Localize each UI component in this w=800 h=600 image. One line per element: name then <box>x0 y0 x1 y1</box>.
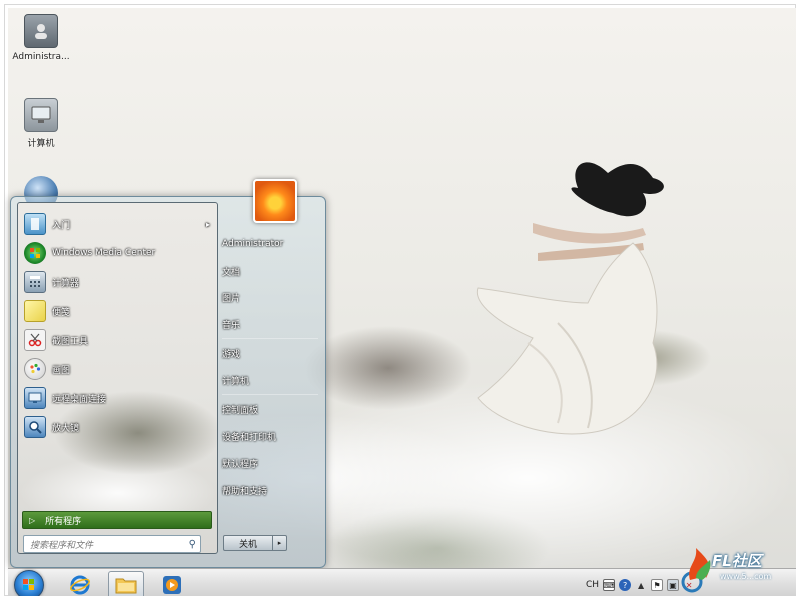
shutdown-options-arrow[interactable]: ▸ <box>273 535 287 551</box>
right-pane-separator <box>222 394 318 395</box>
calculator-icon <box>24 271 46 293</box>
right-item-label: 音乐 <box>222 320 241 331</box>
desktop-icon-user-folder[interactable]: Administra... <box>6 14 76 62</box>
program-item-sticky-notes[interactable]: 便笺 <box>24 298 210 324</box>
search-icon[interactable]: ⚲ <box>189 539 196 550</box>
right-item-documents[interactable]: 文档 <box>222 261 318 281</box>
program-item-label: Windows Media Center <box>52 248 156 258</box>
remote-desktop-icon <box>24 387 46 409</box>
right-item-label: 帮助和支持 <box>222 486 268 497</box>
paint-icon <box>24 358 46 380</box>
program-item-remote-desktop[interactable]: 远程桌面连接 <box>24 385 210 411</box>
flag-alert-icon[interactable]: ⚑ <box>651 579 664 591</box>
right-item-label: 设备和打印机 <box>222 432 277 443</box>
magnifier-icon <box>24 416 46 438</box>
program-item-magnifier[interactable]: 放大镜 <box>24 414 210 440</box>
right-item-administrator[interactable]: Administrator <box>222 234 318 254</box>
watermark-subtext: www.5...com <box>720 572 772 581</box>
watermark-text: FL社区 <box>712 552 762 570</box>
wallpaper-dancer-figure <box>476 162 664 435</box>
right-item-computer[interactable]: 计算机 <box>222 370 318 390</box>
program-item-getting-started[interactable]: 入门 ▸ <box>24 211 210 237</box>
media-center-icon <box>24 242 46 264</box>
windows-logo-icon <box>23 579 34 590</box>
arrow-icon[interactable]: ▲ <box>635 579 647 591</box>
right-item-help-support[interactable]: 帮助和支持 <box>222 480 318 500</box>
desktop-icon-label: 计算机 <box>27 139 55 149</box>
right-item-label: 文档 <box>222 267 241 278</box>
media-player-icon <box>163 576 181 594</box>
play-triangle-icon: ▷ <box>29 515 36 525</box>
taskbar-media-player[interactable] <box>154 571 190 596</box>
right-item-label: Administrator <box>222 239 284 249</box>
internet-explorer-icon <box>70 575 90 595</box>
program-item-media-center[interactable]: Windows Media Center <box>24 240 210 266</box>
right-item-label: 计算机 <box>222 376 250 387</box>
right-item-label: 图片 <box>222 293 241 304</box>
start-menu-programs-pane: 入门 ▸ Windows Media Center 计算器 便笺 截图工具 画图… <box>17 202 218 554</box>
shutdown-button[interactable]: 关机 <box>223 535 273 551</box>
program-item-snipping-tool[interactable]: 截图工具 <box>24 327 210 353</box>
start-menu-right-pane: Administrator 文档 图片 音乐 游戏 计算机 控制面板 设备和打印… <box>219 179 325 569</box>
sticky-notes-icon <box>24 300 46 322</box>
start-menu: 入门 ▸ Windows Media Center 计算器 便笺 截图工具 画图… <box>10 179 326 569</box>
keyboard-icon[interactable]: ⌨ <box>603 579 616 591</box>
right-item-label: 控制面板 <box>222 405 259 416</box>
program-item-label: 便笺 <box>52 307 71 318</box>
right-item-label: 默认程序 <box>222 459 259 470</box>
taskbar-windows-explorer[interactable] <box>108 571 144 596</box>
program-item-label: 入门 <box>52 220 71 231</box>
snipping-tool-icon <box>24 329 46 351</box>
desktop-icon-label: Administra... <box>12 52 70 62</box>
search-placeholder: 搜索程序和文件 <box>30 540 94 551</box>
start-button[interactable] <box>14 570 44 596</box>
right-item-control-panel[interactable]: 控制面板 <box>222 399 318 419</box>
community-watermark-logo: FL社区 www.5...com <box>676 544 796 596</box>
getting-started-icon <box>24 213 46 235</box>
language-indicator[interactable]: CH <box>586 580 599 590</box>
user-folder-icon <box>24 14 58 48</box>
start-search-input[interactable]: 搜索程序和文件 ⚲ <box>23 535 201 553</box>
desktop-icon-computer[interactable]: 计算机 <box>6 98 76 149</box>
program-item-calculator[interactable]: 计算器 <box>24 269 210 295</box>
taskbar-internet-explorer[interactable] <box>62 571 98 596</box>
folder-icon <box>115 578 137 594</box>
right-item-music[interactable]: 音乐 <box>222 314 318 334</box>
right-item-label: 游戏 <box>222 349 241 360</box>
right-item-pictures[interactable]: 图片 <box>222 287 318 307</box>
program-item-label: 画图 <box>52 365 71 376</box>
all-programs-button[interactable]: ▷ 所有程序 <box>22 511 212 529</box>
program-item-paint[interactable]: 画图 <box>24 356 210 382</box>
screen-frame: Administra... 计算机 入门 ▸ Windows Media Cen… <box>0 0 800 600</box>
shutdown-label: 关机 <box>238 539 257 550</box>
user-picture-avatar[interactable] <box>253 179 297 223</box>
help-icon[interactable]: ? <box>619 579 632 591</box>
program-item-label: 截图工具 <box>52 336 89 347</box>
right-item-games[interactable]: 游戏 <box>222 343 318 363</box>
program-item-label: 放大镜 <box>52 423 80 434</box>
program-item-label: 远程桌面连接 <box>52 394 107 405</box>
right-pane-separator <box>222 338 318 339</box>
submenu-arrow-icon: ▸ <box>205 219 210 229</box>
chevron-right-icon: ▸ <box>277 539 282 547</box>
computer-icon <box>24 98 58 132</box>
program-item-label: 计算器 <box>52 278 80 289</box>
right-item-default-programs[interactable]: 默认程序 <box>222 453 318 473</box>
all-programs-label: 所有程序 <box>45 516 82 527</box>
right-item-devices-printers[interactable]: 设备和打印机 <box>222 426 318 446</box>
